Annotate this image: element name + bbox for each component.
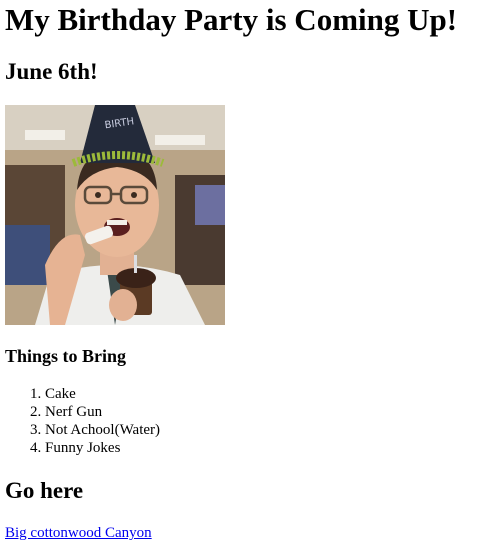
page-title: My Birthday Party is Coming Up!: [5, 2, 458, 37]
location-link[interactable]: Big cottonwood Canyon: [5, 524, 152, 542]
party-date-heading: June 6th!: [5, 59, 98, 84]
things-to-bring-heading: Things to Bring: [5, 346, 127, 366]
list-item: Cake: [45, 385, 160, 403]
go-here-heading: Go here: [5, 478, 84, 503]
party-photo-illustration: BIRTH: [5, 105, 225, 325]
list-item: Funny Jokes: [45, 439, 160, 457]
list-item: Not Achool(Water): [45, 421, 160, 439]
party-photo: BIRTH: [5, 105, 225, 325]
page: My Birthday Party is Coming Up! June 6th…: [0, 0, 485, 549]
things-to-bring-list: Cake Nerf Gun Not Achool(Water) Funny Jo…: [5, 385, 160, 457]
list-item: Nerf Gun: [45, 403, 160, 421]
